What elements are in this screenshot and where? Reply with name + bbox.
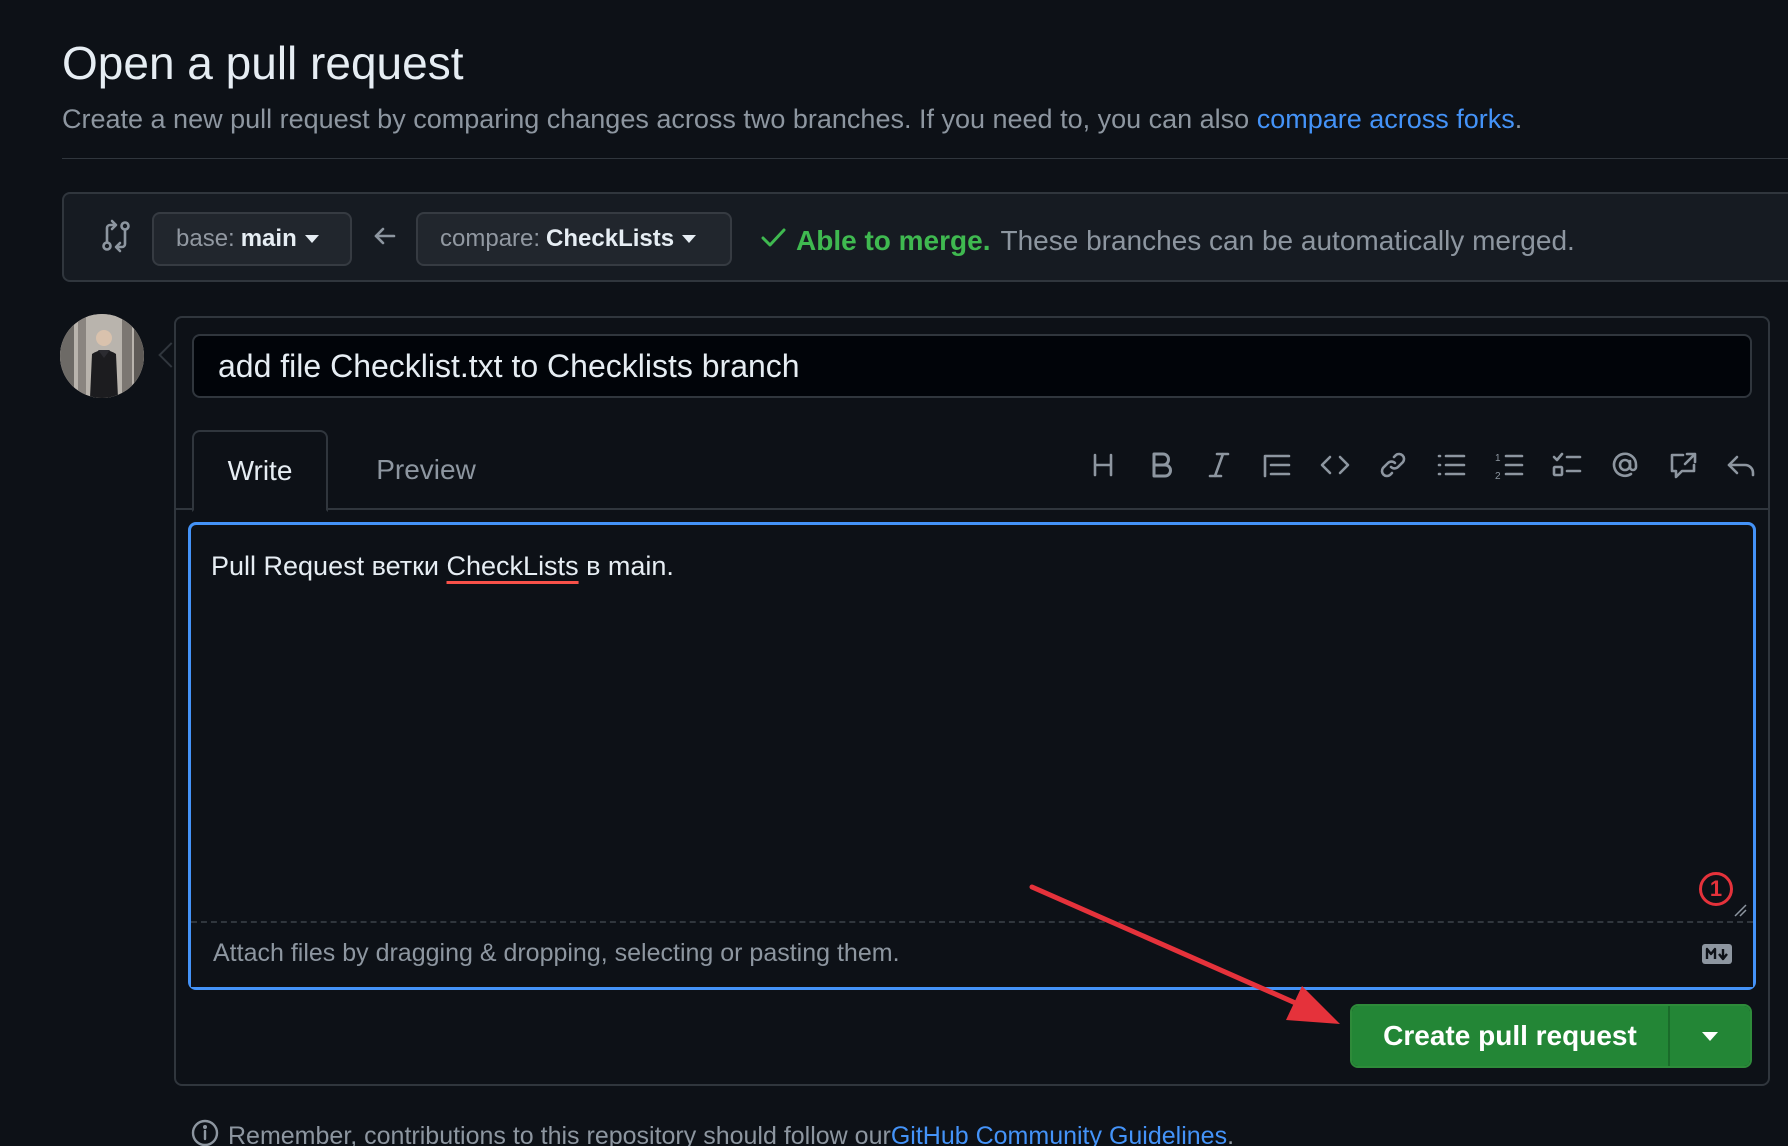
italic-icon[interactable] [1202, 448, 1236, 482]
attach-files-bar[interactable]: Attach files by dragging & dropping, sel… [191, 921, 1753, 987]
markdown-toolbar: 12 [1062, 448, 1758, 482]
pr-body-text: Pull Request ветки CheckLists в main. [211, 551, 674, 582]
body-text-before: Pull Request ветки [211, 551, 447, 581]
svg-text:2: 2 [1495, 471, 1501, 481]
subtitle-text: Create a new pull request by comparing c… [62, 104, 1257, 134]
unordered-list-icon[interactable] [1434, 448, 1468, 482]
cross-reference-icon[interactable] [1666, 448, 1700, 482]
ordered-list-icon[interactable]: 12 [1492, 448, 1526, 482]
reply-icon[interactable] [1724, 448, 1758, 482]
create-pull-request-button[interactable]: Create pull request [1352, 1006, 1670, 1066]
pr-title-input[interactable] [192, 334, 1752, 398]
header-divider [62, 158, 1788, 159]
compare-across-forks-link[interactable]: compare across forks [1257, 104, 1515, 134]
compare-prefix: compare: [440, 225, 541, 252]
base-branch-select[interactable]: base: main [152, 212, 352, 266]
code-icon[interactable] [1318, 448, 1352, 482]
create-options-dropdown-button[interactable] [1670, 1006, 1750, 1066]
merge-message: These branches can be automatically merg… [1000, 224, 1575, 256]
chevron-down-icon [1702, 1031, 1718, 1041]
subtitle-end: . [1514, 104, 1523, 134]
avatar[interactable] [60, 314, 144, 398]
git-compare-icon [98, 218, 134, 254]
pr-body-textarea[interactable]: Pull Request ветки CheckLists в main. At… [188, 522, 1756, 990]
markdown-icon[interactable] [1701, 943, 1733, 965]
create-pull-request-group: Create pull request [1350, 1004, 1752, 1068]
resize-handle-icon[interactable] [1733, 903, 1747, 917]
pull-request-page: Open a pull request Create a new pull re… [0, 0, 1788, 1146]
compare-branch-value: CheckLists [546, 225, 675, 252]
bold-icon[interactable] [1144, 448, 1178, 482]
tab-write[interactable]: Write [192, 430, 328, 512]
compare-branch-select[interactable]: compare: CheckLists [416, 212, 732, 266]
info-icon [190, 1118, 228, 1146]
arrow-left-icon [370, 221, 400, 251]
quote-icon[interactable] [1260, 448, 1294, 482]
footer-note-text: Remember, contributions to this reposito… [228, 1122, 891, 1146]
body-text-misspelled: CheckLists [446, 551, 579, 581]
footer-note-end: . [1227, 1122, 1235, 1146]
tab-preview[interactable]: Preview [356, 430, 496, 510]
community-guidelines-note: Remember, contributions to this reposito… [190, 1118, 1234, 1146]
base-branch-value: main [240, 225, 297, 252]
task-list-icon[interactable] [1550, 448, 1584, 482]
body-text-after: в main. [578, 551, 674, 581]
svg-text:1: 1 [1495, 453, 1501, 464]
chevron-down-icon [304, 235, 319, 243]
base-prefix: base: [176, 225, 235, 252]
merge-ok-label: Able to merge. [796, 224, 991, 256]
community-guidelines-link[interactable]: GitHub Community Guidelines [891, 1122, 1227, 1146]
link-icon[interactable] [1376, 448, 1410, 482]
check-icon [758, 222, 796, 259]
mention-icon[interactable] [1608, 448, 1642, 482]
heading-icon[interactable] [1086, 448, 1120, 482]
page-subtitle: Create a new pull request by comparing c… [62, 104, 1522, 135]
compare-bar: base: main compare: CheckLists Able to m… [62, 192, 1788, 282]
chevron-down-icon [682, 235, 697, 243]
page-title: Open a pull request [62, 37, 464, 89]
step-number-badge: 1 [1699, 872, 1733, 906]
editor-tabs: Write Preview 1 2 [176, 430, 1768, 512]
merge-status: Able to merge. These branches can be aut… [758, 222, 1575, 259]
attach-files-hint: Attach files by dragging & dropping, sel… [213, 939, 900, 967]
